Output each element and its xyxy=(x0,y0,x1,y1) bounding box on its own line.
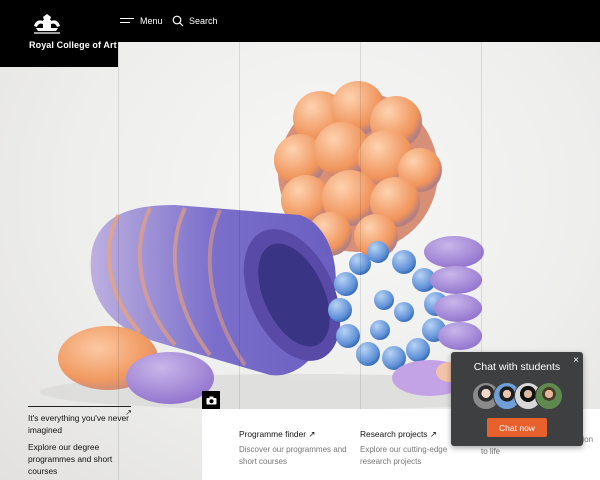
camera-icon xyxy=(206,396,216,404)
close-icon[interactable]: × xyxy=(573,355,579,366)
search-button[interactable]: Search xyxy=(172,12,218,30)
card-title: Programme finder ↗ xyxy=(239,429,316,439)
divider xyxy=(28,406,131,407)
logo-text: Royal College of Art xyxy=(29,40,117,50)
logo[interactable]: Royal College of Art xyxy=(0,0,118,67)
menu-button[interactable]: Menu xyxy=(120,12,163,30)
hamburger-icon xyxy=(120,17,134,26)
lavender-blob-sculpture xyxy=(126,352,214,404)
crest-icon xyxy=(34,14,60,34)
tagline-subtext: Explore our degree programmes and short … xyxy=(28,442,113,476)
student-avatars xyxy=(472,382,564,410)
menu-label: Menu xyxy=(140,16,163,26)
chat-title: Chat with students xyxy=(473,361,561,373)
search-icon xyxy=(172,15,184,27)
chat-widget: Chat with students × Chat now xyxy=(451,352,583,446)
card-description: Discover our programmes and short course… xyxy=(239,445,347,466)
camera-button[interactable] xyxy=(202,391,220,409)
grid-line xyxy=(360,0,361,480)
avatar xyxy=(535,382,563,410)
chat-now-button[interactable]: Chat now xyxy=(487,418,547,437)
grid-line xyxy=(239,0,240,480)
card-programme-finder[interactable]: Programme finder ↗ Discover our programm… xyxy=(239,429,354,468)
tagline-headline: It's everything you've never imagined xyxy=(28,413,129,435)
arrow-icon: ↗ xyxy=(125,408,132,417)
search-label: Search xyxy=(189,16,218,26)
card-description: Explore our cutting-edge research projec… xyxy=(360,445,448,466)
hero-tagline[interactable]: ↗ It's everything you've never imagined … xyxy=(28,406,132,477)
